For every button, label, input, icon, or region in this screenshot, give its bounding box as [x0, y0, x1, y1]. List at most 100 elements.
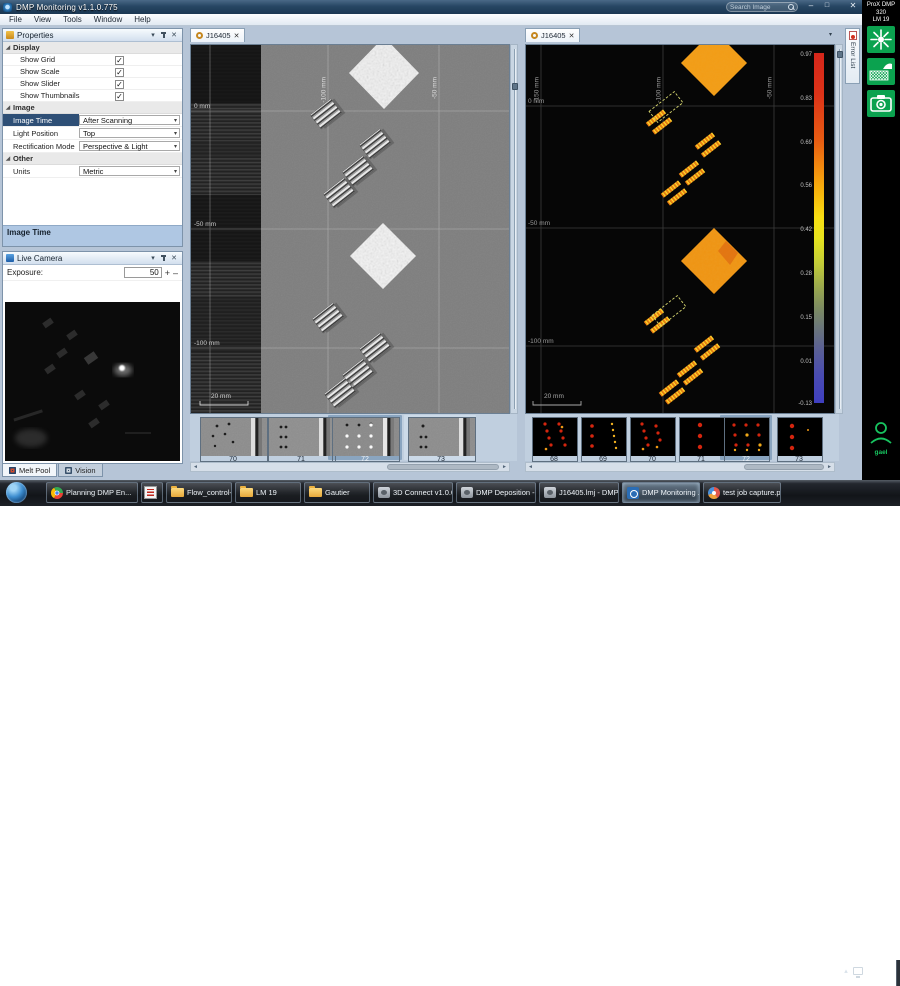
scrollbar-thumb[interactable] — [387, 464, 499, 470]
exposure-increase-button[interactable]: + — [165, 268, 170, 278]
recoater-icon[interactable] — [867, 58, 895, 85]
exposure-input[interactable] — [123, 267, 162, 278]
tab-j16405-meltpool[interactable]: J16405 ✕ — [525, 28, 581, 42]
taskbar-item-dmp-deposition[interactable]: DMP Deposition -... — [456, 482, 536, 503]
tab-label: J16405 — [541, 31, 566, 40]
live-camera-image[interactable] — [5, 302, 180, 461]
row-light-position[interactable]: Light Position Top ▾ — [3, 127, 182, 140]
slider-track[interactable] — [514, 49, 516, 409]
slider-thumb[interactable] — [511, 83, 518, 90]
taskbar-item-lmp-logo[interactable] — [141, 482, 163, 503]
taskbar-item-j16405-lmj[interactable]: J16405.lmj - DMP ... — [539, 482, 619, 503]
search-box[interactable] — [726, 2, 798, 12]
units-dropdown[interactable]: Metric ▾ — [79, 166, 180, 176]
row-rectification-mode[interactable]: Rectification Mode Perspective & Light ▾ — [3, 140, 182, 153]
group-other[interactable]: ◢ Other — [3, 153, 182, 165]
error-list-tab[interactable]: Error List — [845, 28, 860, 84]
taskbar-item-label: Planning DMP En... — [66, 488, 132, 497]
start-button[interactable] — [6, 482, 27, 503]
tab-close-icon[interactable]: ✕ — [569, 32, 575, 40]
user-badge[interactable]: gael — [862, 420, 900, 456]
properties-icon — [6, 31, 14, 39]
optical-thumbnail-strip: 70 71 72 73 — [190, 414, 517, 463]
chevron-down-icon[interactable]: ▾ — [174, 168, 177, 175]
scroll-left-arrow[interactable]: ◄ — [526, 463, 535, 471]
menu-file[interactable]: File — [3, 15, 28, 24]
optical-layer-slider[interactable] — [510, 44, 518, 414]
tab-close-icon[interactable]: ✕ — [234, 32, 240, 40]
scroll-right-arrow[interactable]: ► — [500, 463, 509, 471]
exposure-decrease-button[interactable]: – — [173, 268, 178, 278]
tray-monitor-icon[interactable] — [852, 967, 863, 978]
show-slider-checkbox[interactable]: ✓ — [115, 79, 124, 89]
scrollbar-thumb[interactable] — [744, 464, 824, 470]
properties-close-icon[interactable]: ✕ — [169, 31, 179, 39]
taskbar-item-3d-connect[interactable]: 3D Connect v1.0.0... — [373, 482, 453, 503]
show-grid-checkbox[interactable]: ✓ — [115, 55, 124, 65]
taskbar-clock[interactable]: 5:48 PM 4/4/2018 — [868, 962, 895, 980]
properties-pin-icon[interactable] — [160, 31, 167, 39]
menu-view[interactable]: View — [28, 15, 57, 24]
show-scale-checkbox[interactable]: ✓ — [115, 67, 124, 77]
svg-text:-100 mm: -100 mm — [528, 338, 554, 345]
minimize-button[interactable]: – — [804, 0, 818, 12]
chrome-icon — [51, 486, 63, 499]
search-icon[interactable] — [788, 4, 794, 10]
taskbar-item-test-job-capture[interactable]: test job capture.p... — [703, 482, 781, 503]
svg-text:0.69: 0.69 — [800, 140, 812, 146]
tab-j16405-optical[interactable]: J16405 ✕ — [190, 28, 246, 42]
expander-icon[interactable]: ◢ — [3, 45, 13, 51]
menu-help[interactable]: Help — [128, 15, 156, 24]
image-time-dropdown[interactable]: After Scanning ▾ — [79, 115, 180, 125]
restore-button[interactable]: □ — [820, 0, 834, 12]
menu-tools[interactable]: Tools — [57, 15, 88, 24]
scroll-left-arrow[interactable]: ◄ — [191, 463, 200, 471]
taskbar-item-lm19-folder[interactable]: LM 19 — [235, 482, 301, 503]
chevron-down-icon[interactable]: ▾ — [174, 143, 177, 150]
slider-thumb[interactable] — [836, 51, 843, 58]
optical-thumbnail-scrollbar[interactable]: ◄ ► — [190, 462, 510, 472]
show-thumbnails-checkbox[interactable]: ✓ — [115, 91, 124, 101]
slider-track[interactable] — [839, 49, 841, 409]
live-camera-close-icon[interactable]: ✕ — [169, 254, 179, 262]
taskbar-item-dmp-monitoring-active[interactable]: DMP Monitoring ... — [622, 482, 700, 503]
properties-panel-header[interactable]: Properties ▾ ✕ — [3, 29, 182, 42]
taskbar-item-gautier-folder[interactable]: Gautier — [304, 482, 370, 503]
meltpool-layer-slider[interactable] — [835, 44, 843, 414]
optical-viewport[interactable]: -100 mm -50 mm 0 mm -50 mm -100 mm 20 mm — [190, 37, 510, 414]
close-button[interactable]: ✕ — [846, 0, 860, 12]
group-image[interactable]: ◢ Image — [3, 102, 182, 114]
chevron-down-icon[interactable]: ▾ — [174, 130, 177, 137]
tab-vision[interactable]: Vision — [58, 464, 103, 477]
taskbar-item-chrome[interactable]: Planning DMP En... — [46, 482, 138, 503]
tab-melt-pool[interactable]: Melt Pool — [2, 464, 58, 477]
properties-menu-arrow-icon[interactable]: ▾ — [148, 31, 158, 39]
row-image-time[interactable]: Image Time After Scanning ▾ — [3, 114, 182, 127]
group-display[interactable]: ◢ Display — [3, 42, 182, 54]
menu-window[interactable]: Window — [88, 15, 128, 24]
scroll-right-arrow[interactable]: ► — [825, 463, 834, 471]
rectification-mode-dropdown[interactable]: Perspective & Light ▾ — [79, 141, 180, 151]
live-camera-header[interactable]: Live Camera ▾ ✕ — [3, 252, 182, 265]
live-camera-pin-icon[interactable] — [160, 254, 167, 262]
camera-icon[interactable] — [867, 90, 895, 117]
light-position-dropdown[interactable]: Top ▾ — [79, 128, 180, 138]
search-input[interactable] — [730, 3, 788, 11]
svg-text:20 mm: 20 mm — [544, 393, 564, 400]
expander-icon[interactable]: ◢ — [3, 156, 13, 162]
show-desktop-button[interactable] — [896, 960, 900, 986]
tray-expand-icon[interactable]: ▴ — [844, 967, 848, 975]
meltpool-thumbnail-scrollbar[interactable]: ◄ ► — [525, 462, 835, 472]
chevron-down-icon[interactable]: ▾ — [174, 117, 177, 124]
live-camera-menu-arrow-icon[interactable]: ▾ — [148, 254, 158, 262]
title-bar[interactable]: DMP Monitoring v1.1.0.775 – □ ✕ — [0, 0, 862, 14]
row-units[interactable]: Units Metric ▾ — [3, 165, 182, 178]
svg-text:-0.13: -0.13 — [798, 401, 812, 407]
laser-melt-icon[interactable] — [867, 26, 895, 53]
expander-icon[interactable]: ◢ — [3, 105, 13, 111]
taskbar-item-flow-control-folder[interactable]: Flow_control-FA... — [166, 482, 232, 503]
meltpool-viewport[interactable]: -150 mm -100 mm -50 mm 0 mm -50 mm -100 … — [525, 30, 835, 414]
folder-icon — [309, 485, 322, 497]
meltpool-thumbnail-strip: 68 69 70 71 72 73 — [525, 414, 839, 463]
svg-text:0.83: 0.83 — [800, 96, 812, 102]
